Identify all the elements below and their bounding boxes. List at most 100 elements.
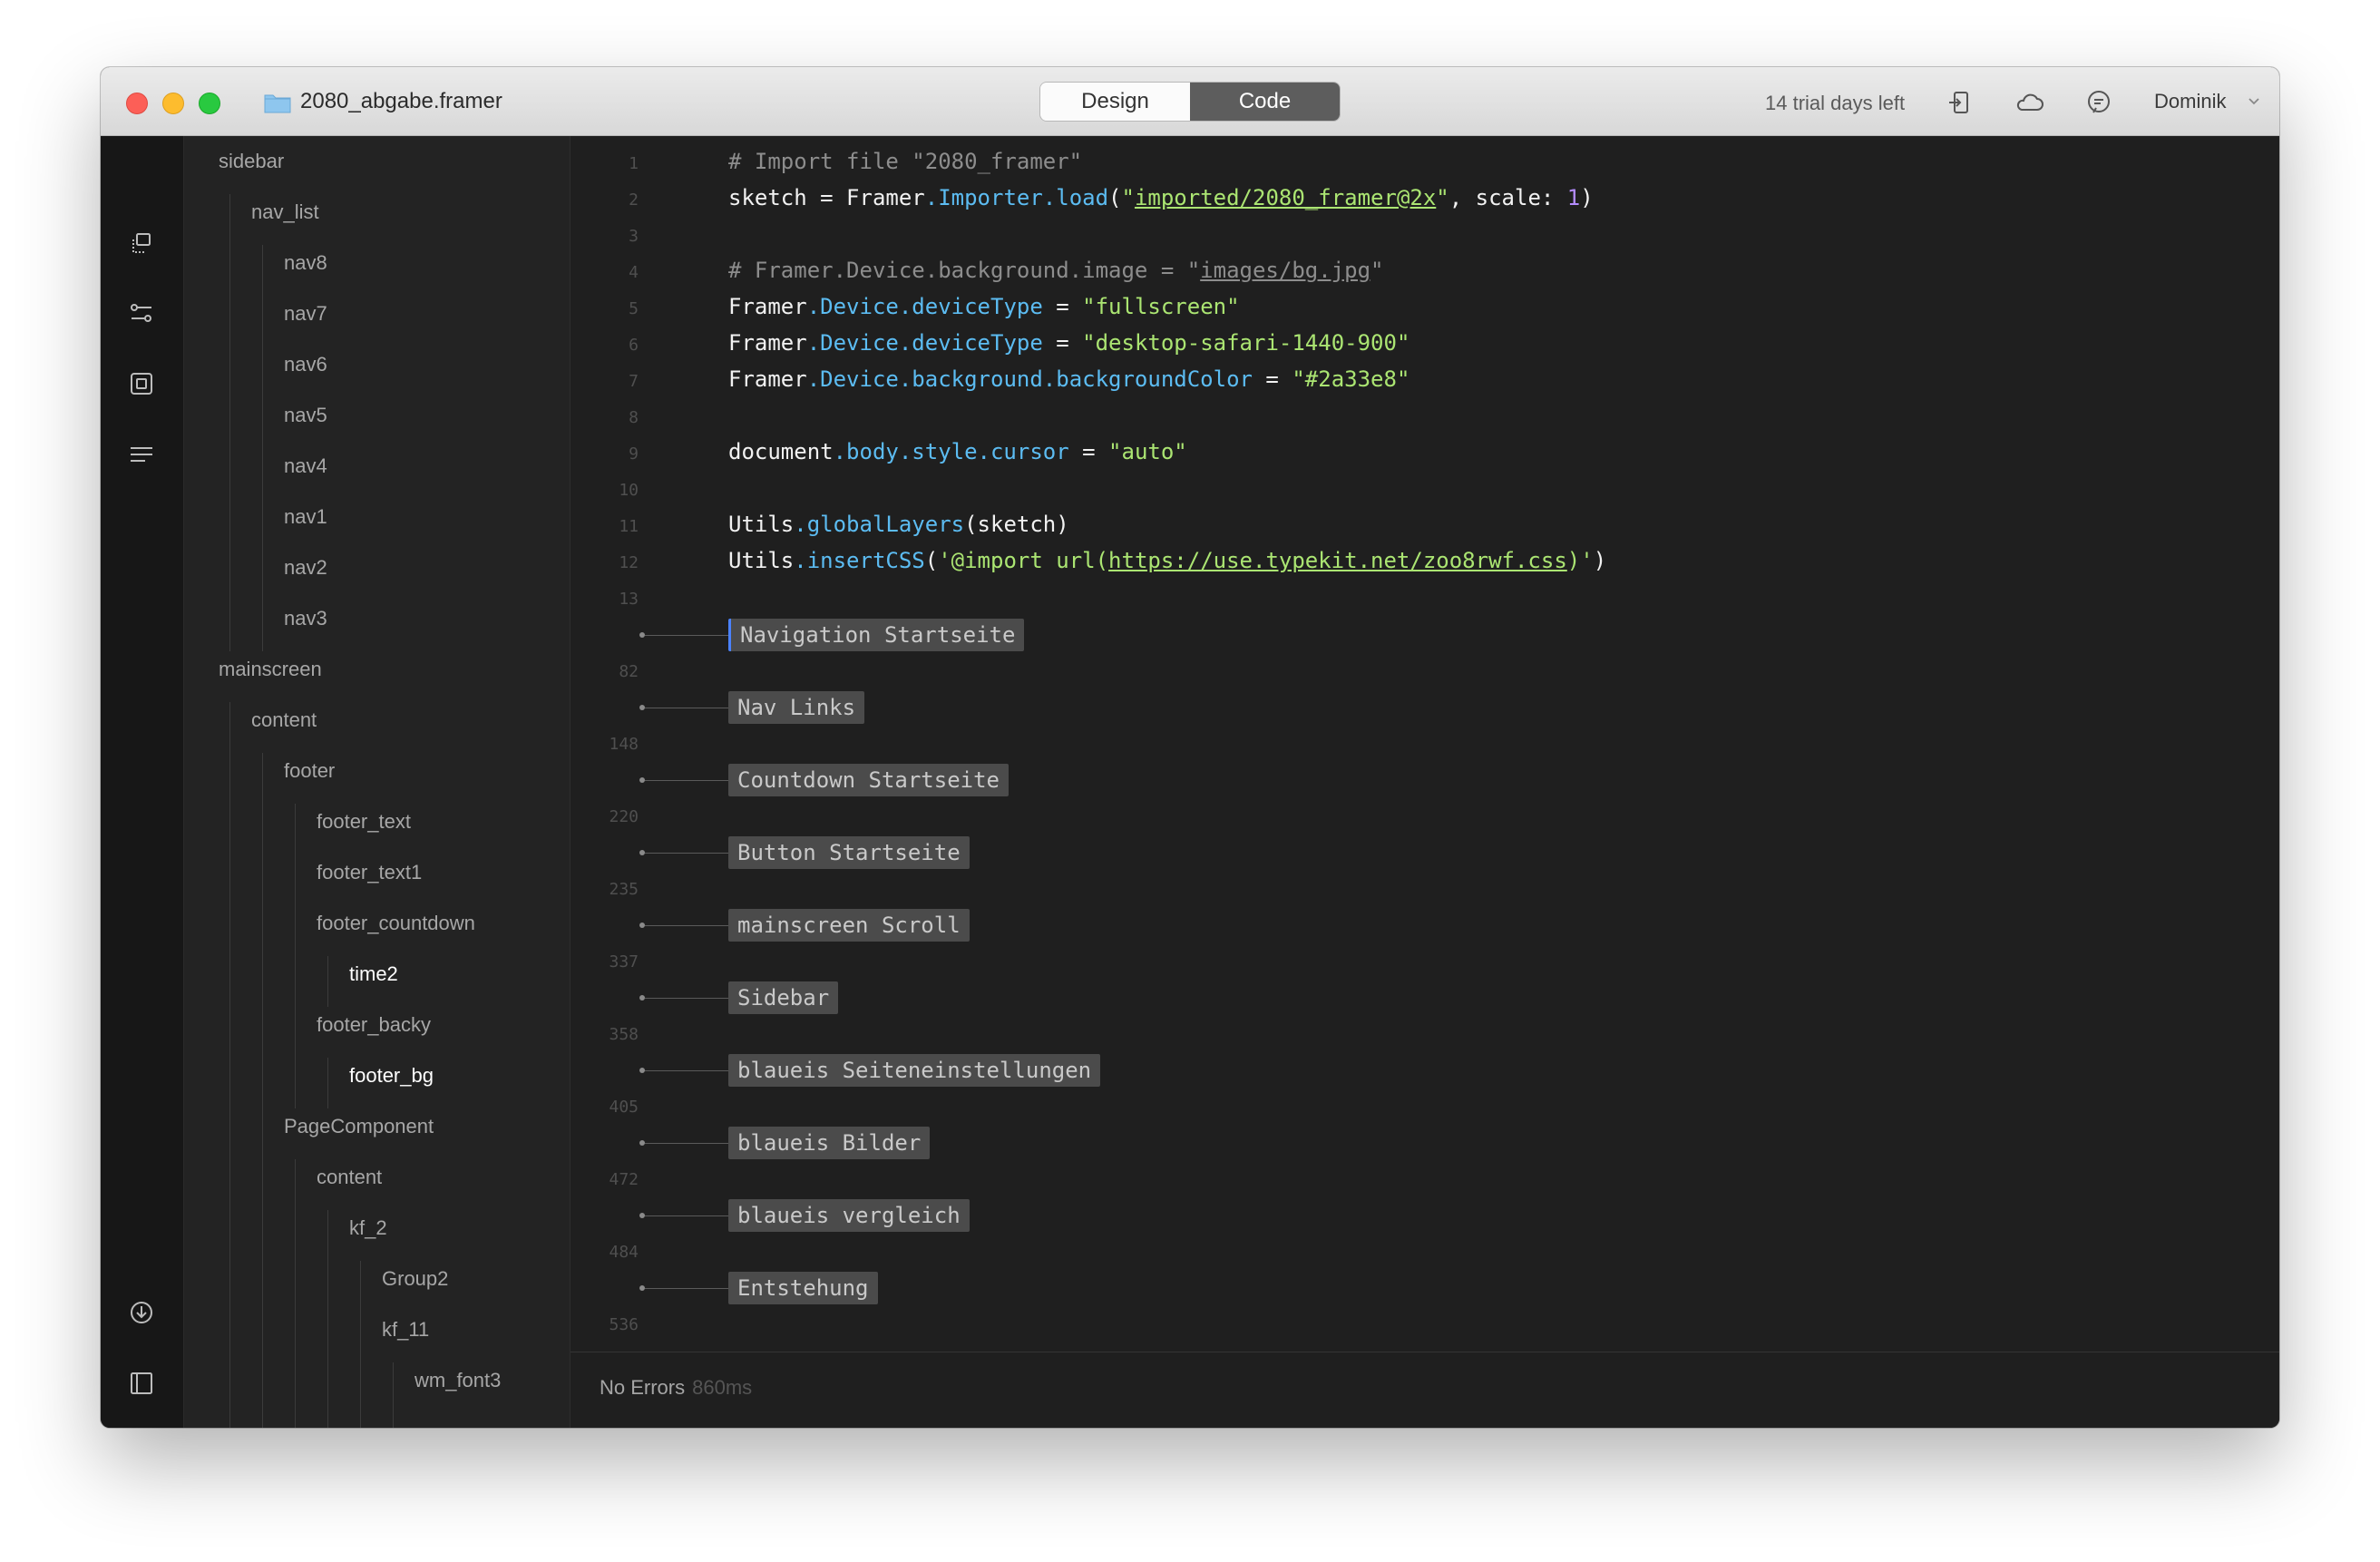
layer-item[interactable]: nav1: [284, 499, 327, 535]
layer-item[interactable]: footer_text: [317, 804, 411, 840]
fold-connector: [645, 635, 728, 636]
layer-item[interactable]: footer_backy: [317, 1007, 431, 1043]
insert-icon[interactable]: [126, 1297, 157, 1328]
code-editor[interactable]: 1 # Import file "2080_framer" 2 sketch = Fr…: [571, 136, 2279, 1352]
code-line[interactable]: Framer.Device.deviceType = "fullscreen": [728, 294, 1240, 319]
tree-guide-line: [393, 1362, 394, 1428]
code-token: (: [1108, 185, 1122, 210]
line-number: 82: [619, 662, 639, 681]
folded-region[interactable]: Button Startseite: [728, 836, 970, 869]
layer-item[interactable]: nav4: [284, 448, 327, 484]
code-token: ": [1370, 258, 1384, 283]
line-number: 7: [629, 372, 639, 391]
layer-item[interactable]: nav3: [284, 600, 327, 637]
code-line[interactable]: Framer.Device.deviceType = "desktop-safa…: [728, 330, 1409, 356]
folded-region[interactable]: blaueis Bilder: [728, 1127, 931, 1159]
code-line[interactable]: sketch = Framer.Importer.load("imported/…: [728, 185, 1594, 210]
code-token: '@import url(: [938, 548, 1109, 573]
tab-code[interactable]: Code: [1190, 83, 1340, 121]
layer-item[interactable]: wm_font3: [415, 1362, 501, 1399]
folded-region[interactable]: Sidebar: [728, 981, 839, 1014]
layer-item[interactable]: footer_text1: [317, 854, 422, 891]
folded-region[interactable]: Entstehung: [728, 1272, 878, 1304]
line-number: 337: [609, 952, 639, 971]
code-line[interactable]: Framer.Device.background.backgroundColor…: [728, 366, 1409, 392]
folded-region[interactable]: Nav Links: [728, 691, 865, 724]
code-line[interactable]: # Framer.Device.background.image = "imag…: [728, 258, 1383, 283]
line-number: 5: [629, 299, 639, 318]
code-line[interactable]: Utils.insertCSS('@import url(https://use…: [728, 548, 1606, 573]
line-number: 484: [609, 1243, 639, 1262]
layer-item[interactable]: mainscreen: [219, 651, 322, 688]
preview-panel-icon[interactable]: [126, 1368, 157, 1399]
trial-days-label[interactable]: 14 trial days left: [1765, 92, 1905, 115]
layer-item[interactable]: nav2: [284, 550, 327, 586]
tree-guide-line: [229, 702, 230, 1428]
code-token: =: [1042, 330, 1083, 356]
line-number: 13: [619, 590, 639, 609]
comment-icon[interactable]: [2083, 87, 2114, 118]
layer-item[interactable]: nav_list: [251, 194, 319, 230]
text-lines-icon[interactable]: [126, 439, 157, 470]
code-token: (sketch): [964, 512, 1069, 537]
layer-item[interactable]: nav6: [284, 347, 327, 383]
export-icon[interactable]: [1946, 87, 1976, 118]
folded-region[interactable]: Countdown Startseite: [728, 764, 1009, 796]
code-token: (: [924, 548, 939, 573]
code-token: .Device.deviceType: [806, 294, 1043, 319]
layer-item[interactable]: nav7: [284, 296, 327, 332]
code-token: "auto": [1108, 439, 1187, 464]
layer-item[interactable]: nav5: [284, 397, 327, 434]
code-token: "#2a33e8": [1292, 366, 1410, 392]
tree-guide-line: [327, 1210, 328, 1428]
folded-region[interactable]: blaueis Seiteneinstellungen: [728, 1054, 1101, 1087]
code-token: Framer: [728, 294, 807, 319]
folded-region[interactable]: blaueis vergleich: [728, 1199, 970, 1232]
layer-item[interactable]: PageComponent: [284, 1108, 434, 1145]
layer-item[interactable]: kf_11: [382, 1312, 429, 1348]
line-number: 405: [609, 1098, 639, 1117]
close-window-button[interactable]: [126, 93, 148, 114]
minimize-window-button[interactable]: [162, 93, 184, 114]
tree-guide-line: [295, 804, 296, 1108]
code-line[interactable]: Utils.globalLayers(sketch): [728, 512, 1069, 537]
folder-icon: [264, 94, 291, 113]
code-token: ": [1121, 185, 1135, 210]
line-number: 148: [609, 735, 639, 754]
code-token: sketch = Framer: [728, 185, 925, 210]
fold-connector: [645, 1143, 728, 1144]
code-token: , scale:: [1448, 185, 1567, 210]
layer-item[interactable]: content: [317, 1159, 382, 1196]
line-number: 220: [609, 807, 639, 826]
code-token: =: [1042, 294, 1083, 319]
code-token: Utils: [728, 512, 795, 537]
tab-design[interactable]: Design: [1040, 83, 1190, 121]
folded-region[interactable]: mainscreen Scroll: [728, 909, 970, 942]
code-token: Utils: [728, 548, 795, 573]
layer-item[interactable]: content: [251, 702, 317, 738]
folded-region[interactable]: Navigation Startseite: [728, 619, 1025, 651]
user-menu[interactable]: Dominik: [2154, 90, 2226, 113]
layers-icon[interactable]: [126, 229, 157, 259]
line-number: 472: [609, 1170, 639, 1189]
properties-icon[interactable]: [126, 298, 157, 328]
fold-connector: [645, 1288, 728, 1289]
compile-time: 860ms: [692, 1376, 753, 1399]
code-token: )': [1566, 548, 1594, 573]
layer-item[interactable]: footer: [284, 753, 335, 789]
line-number: 6: [629, 336, 639, 355]
layer-item[interactable]: footer_bg: [349, 1058, 434, 1094]
layer-item[interactable]: nav8: [284, 245, 327, 281]
layer-item[interactable]: footer_countdown: [317, 905, 475, 942]
cloud-icon[interactable]: [2014, 87, 2044, 118]
component-icon[interactable]: [126, 368, 157, 399]
layer-item[interactable]: kf_2: [349, 1210, 387, 1246]
layer-item[interactable]: time2: [349, 956, 398, 992]
code-line[interactable]: document.body.style.cursor = "auto": [728, 439, 1187, 464]
tree-guide-line: [360, 1261, 361, 1428]
layer-item[interactable]: Group2: [382, 1261, 448, 1297]
layer-item[interactable]: sidebar: [219, 143, 284, 180]
chevron-down-icon[interactable]: [2247, 94, 2261, 107]
code-line[interactable]: # Import file "2080_framer": [728, 149, 1082, 174]
zoom-window-button[interactable]: [199, 93, 220, 114]
